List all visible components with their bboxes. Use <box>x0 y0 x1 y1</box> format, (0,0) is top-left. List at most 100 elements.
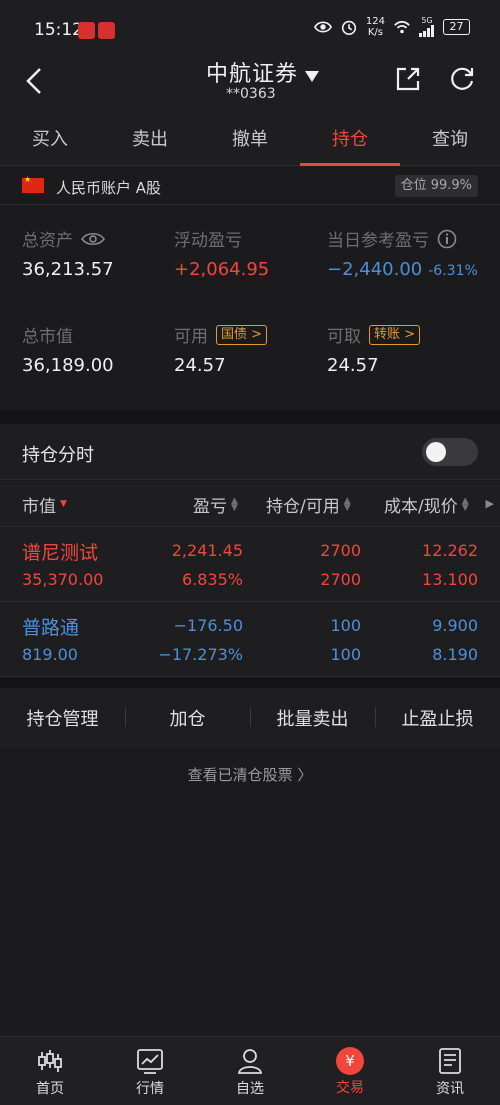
stock-name: 谱尼测试 <box>22 542 99 564</box>
account-line: 人民币账户 A股 仓位 99.9% <box>0 167 500 205</box>
nav-home-label: 首页 <box>36 1081 64 1097</box>
nav-market[interactable]: 行情 <box>100 1037 200 1105</box>
take-profit-stop-loss-button[interactable]: 止盈止损 <box>375 705 500 731</box>
asset-summary: 总资产 36,213.57 浮动盈亏 +2,064.95 当日参考盈亏 −2,4… <box>0 206 500 410</box>
stock-market-value: 819.00 <box>22 645 78 664</box>
section-divider <box>0 410 500 424</box>
header-cost-label: 成本/现价 <box>384 497 458 517</box>
stock-cost: 12.262 <box>422 541 478 560</box>
trade-tabs: 买入 卖出 撤单 持仓 查询 <box>0 114 500 166</box>
back-arrow-icon[interactable] <box>22 66 48 96</box>
sort-icon: ▲ ▼ <box>461 495 469 513</box>
available-label-row: 可用 国债 > <box>174 322 268 347</box>
tab-positions[interactable]: 持仓 <box>300 114 400 166</box>
candlestick-icon <box>38 1050 62 1072</box>
table-row[interactable]: 谱尼测试 35,370.00 2,241.45 6.835% 2700 2700… <box>0 528 500 602</box>
today-pnl-label: 当日参考盈亏 <box>327 231 429 251</box>
nav-watchlist[interactable]: 自选 <box>200 1037 300 1105</box>
refresh-icon[interactable] <box>448 65 476 93</box>
yuan-icon: ¥ <box>336 1047 364 1075</box>
market-value-value: 36,189.00 <box>22 355 114 376</box>
nav-news-label: 资讯 <box>436 1081 464 1097</box>
stock-available: 2700 <box>320 570 361 589</box>
signal-bars-icon <box>419 25 434 37</box>
header-cost[interactable]: 成本/现价 ▲ ▼ <box>384 492 471 517</box>
signal-label: 5G <box>421 16 433 25</box>
account-type-label: 人民币账户 A股 <box>56 179 162 197</box>
nav-trade[interactable]: ¥ 交易 <box>300 1037 400 1105</box>
section-divider <box>0 678 500 688</box>
network-speed-value: 124 <box>365 16 385 27</box>
total-assets-value: 36,213.57 <box>22 259 114 280</box>
stock-pnl-percent: 6.835% <box>181 570 243 589</box>
network-speed-unit: K/s <box>367 27 384 38</box>
floating-pnl-value: +2,064.95 <box>174 259 270 280</box>
nav-watchlist-label: 自选 <box>236 1081 264 1097</box>
today-pnl-percent: -6.31% <box>428 263 478 279</box>
today-pnl-label-row: 当日参考盈亏 <box>327 226 478 251</box>
eye-icon <box>313 21 332 33</box>
sort-icon: ▲ ▼ <box>343 495 351 513</box>
view-cleared-stocks-link[interactable]: 查看已清仓股票 〉 <box>0 764 500 785</box>
app-notification-icon <box>78 22 95 39</box>
status-time: 15:12 <box>34 20 83 40</box>
header-position[interactable]: 持仓/可用 ▲ ▼ <box>266 492 353 517</box>
stock-position: 100 <box>330 616 361 635</box>
user-icon <box>237 1049 263 1074</box>
status-indicators: 124 K/s 5G 27 <box>313 16 470 38</box>
floating-pnl-label: 浮动盈亏 <box>174 231 242 251</box>
transfer-button[interactable]: 转账 > <box>369 324 421 345</box>
nav-trade-label: 交易 <box>336 1080 364 1096</box>
alarm-icon <box>341 20 357 36</box>
today-pnl-cell: 当日参考盈亏 −2,440.00 -6.31% <box>327 226 478 280</box>
floating-pnl-cell: 浮动盈亏 +2,064.95 <box>174 226 269 280</box>
stock-name: 普路通 <box>22 617 80 639</box>
cellular-signal: 5G <box>419 17 435 37</box>
positions-table-header: 市值 ▼ 盈亏 ▲ ▼ 持仓/可用 ▲ ▼ 成本/现价 ▲ ▼ ▶ <box>0 481 500 527</box>
status-bar: 15:12 124 K/s 5G 27 <box>0 0 500 62</box>
stock-price: 8.190 <box>432 645 478 664</box>
available-label: 可用 <box>174 327 208 347</box>
treasury-bond-button[interactable]: 国债 > <box>216 324 268 345</box>
header-pnl[interactable]: 盈亏 ▲ ▼ <box>193 492 240 517</box>
info-icon[interactable] <box>437 229 457 249</box>
today-pnl-value-row: −2,440.00 -6.31% <box>327 259 478 280</box>
account-number: **0363 <box>226 86 276 102</box>
total-assets-label: 总资产 <box>22 231 73 251</box>
table-row[interactable]: 普路通 819.00 −176.50 −17.273% 100 100 9.90… <box>0 603 500 677</box>
chart-icon <box>137 1049 163 1074</box>
scroll-right-icon[interactable]: ▶ <box>486 497 494 510</box>
news-icon <box>439 1048 461 1074</box>
tab-query[interactable]: 查询 <box>400 114 500 165</box>
app-header: 中航证券 **0363 <box>0 62 500 114</box>
available-value: 24.57 <box>174 355 226 376</box>
withdrawable-label-row: 可取 转账 > <box>327 322 421 347</box>
tab-sell[interactable]: 卖出 <box>100 114 200 165</box>
stock-pnl-percent: −17.273% <box>158 645 243 664</box>
toggle-knob <box>426 442 446 462</box>
position-management-button[interactable]: 持仓管理 <box>0 705 125 731</box>
withdrawable-value: 24.57 <box>327 355 379 376</box>
header-market-value[interactable]: 市值 ▼ <box>22 492 69 517</box>
batch-sell-button[interactable]: 批量卖出 <box>250 705 375 731</box>
tab-cancel-order[interactable]: 撤单 <box>200 114 300 165</box>
header-pnl-label: 盈亏 <box>193 497 227 517</box>
available-cell: 可用 国债 > 24.57 <box>174 322 268 376</box>
sort-icon: ▲ ▼ <box>231 495 238 513</box>
stock-market-value: 35,370.00 <box>22 570 104 589</box>
dropdown-triangle-icon[interactable] <box>304 70 320 84</box>
stock-cost: 9.900 <box>432 616 478 635</box>
tab-buy[interactable]: 买入 <box>0 114 100 165</box>
withdrawable-label: 可取 <box>327 327 361 347</box>
add-position-button[interactable]: 加仓 <box>125 705 250 731</box>
broker-title[interactable]: 中航证券 <box>206 56 298 88</box>
eye-toggle-icon[interactable] <box>81 231 105 247</box>
nav-news[interactable]: 资讯 <box>400 1037 500 1105</box>
network-speed: 124 K/s <box>366 16 385 38</box>
holding-timing-label: 持仓分时 <box>22 445 94 466</box>
stock-price: 13.100 <box>422 570 478 589</box>
holding-timing-row: 持仓分时 <box>0 424 500 480</box>
nav-home[interactable]: 首页 <box>0 1037 100 1105</box>
share-icon[interactable] <box>394 65 422 93</box>
holding-timing-toggle[interactable] <box>422 438 478 466</box>
